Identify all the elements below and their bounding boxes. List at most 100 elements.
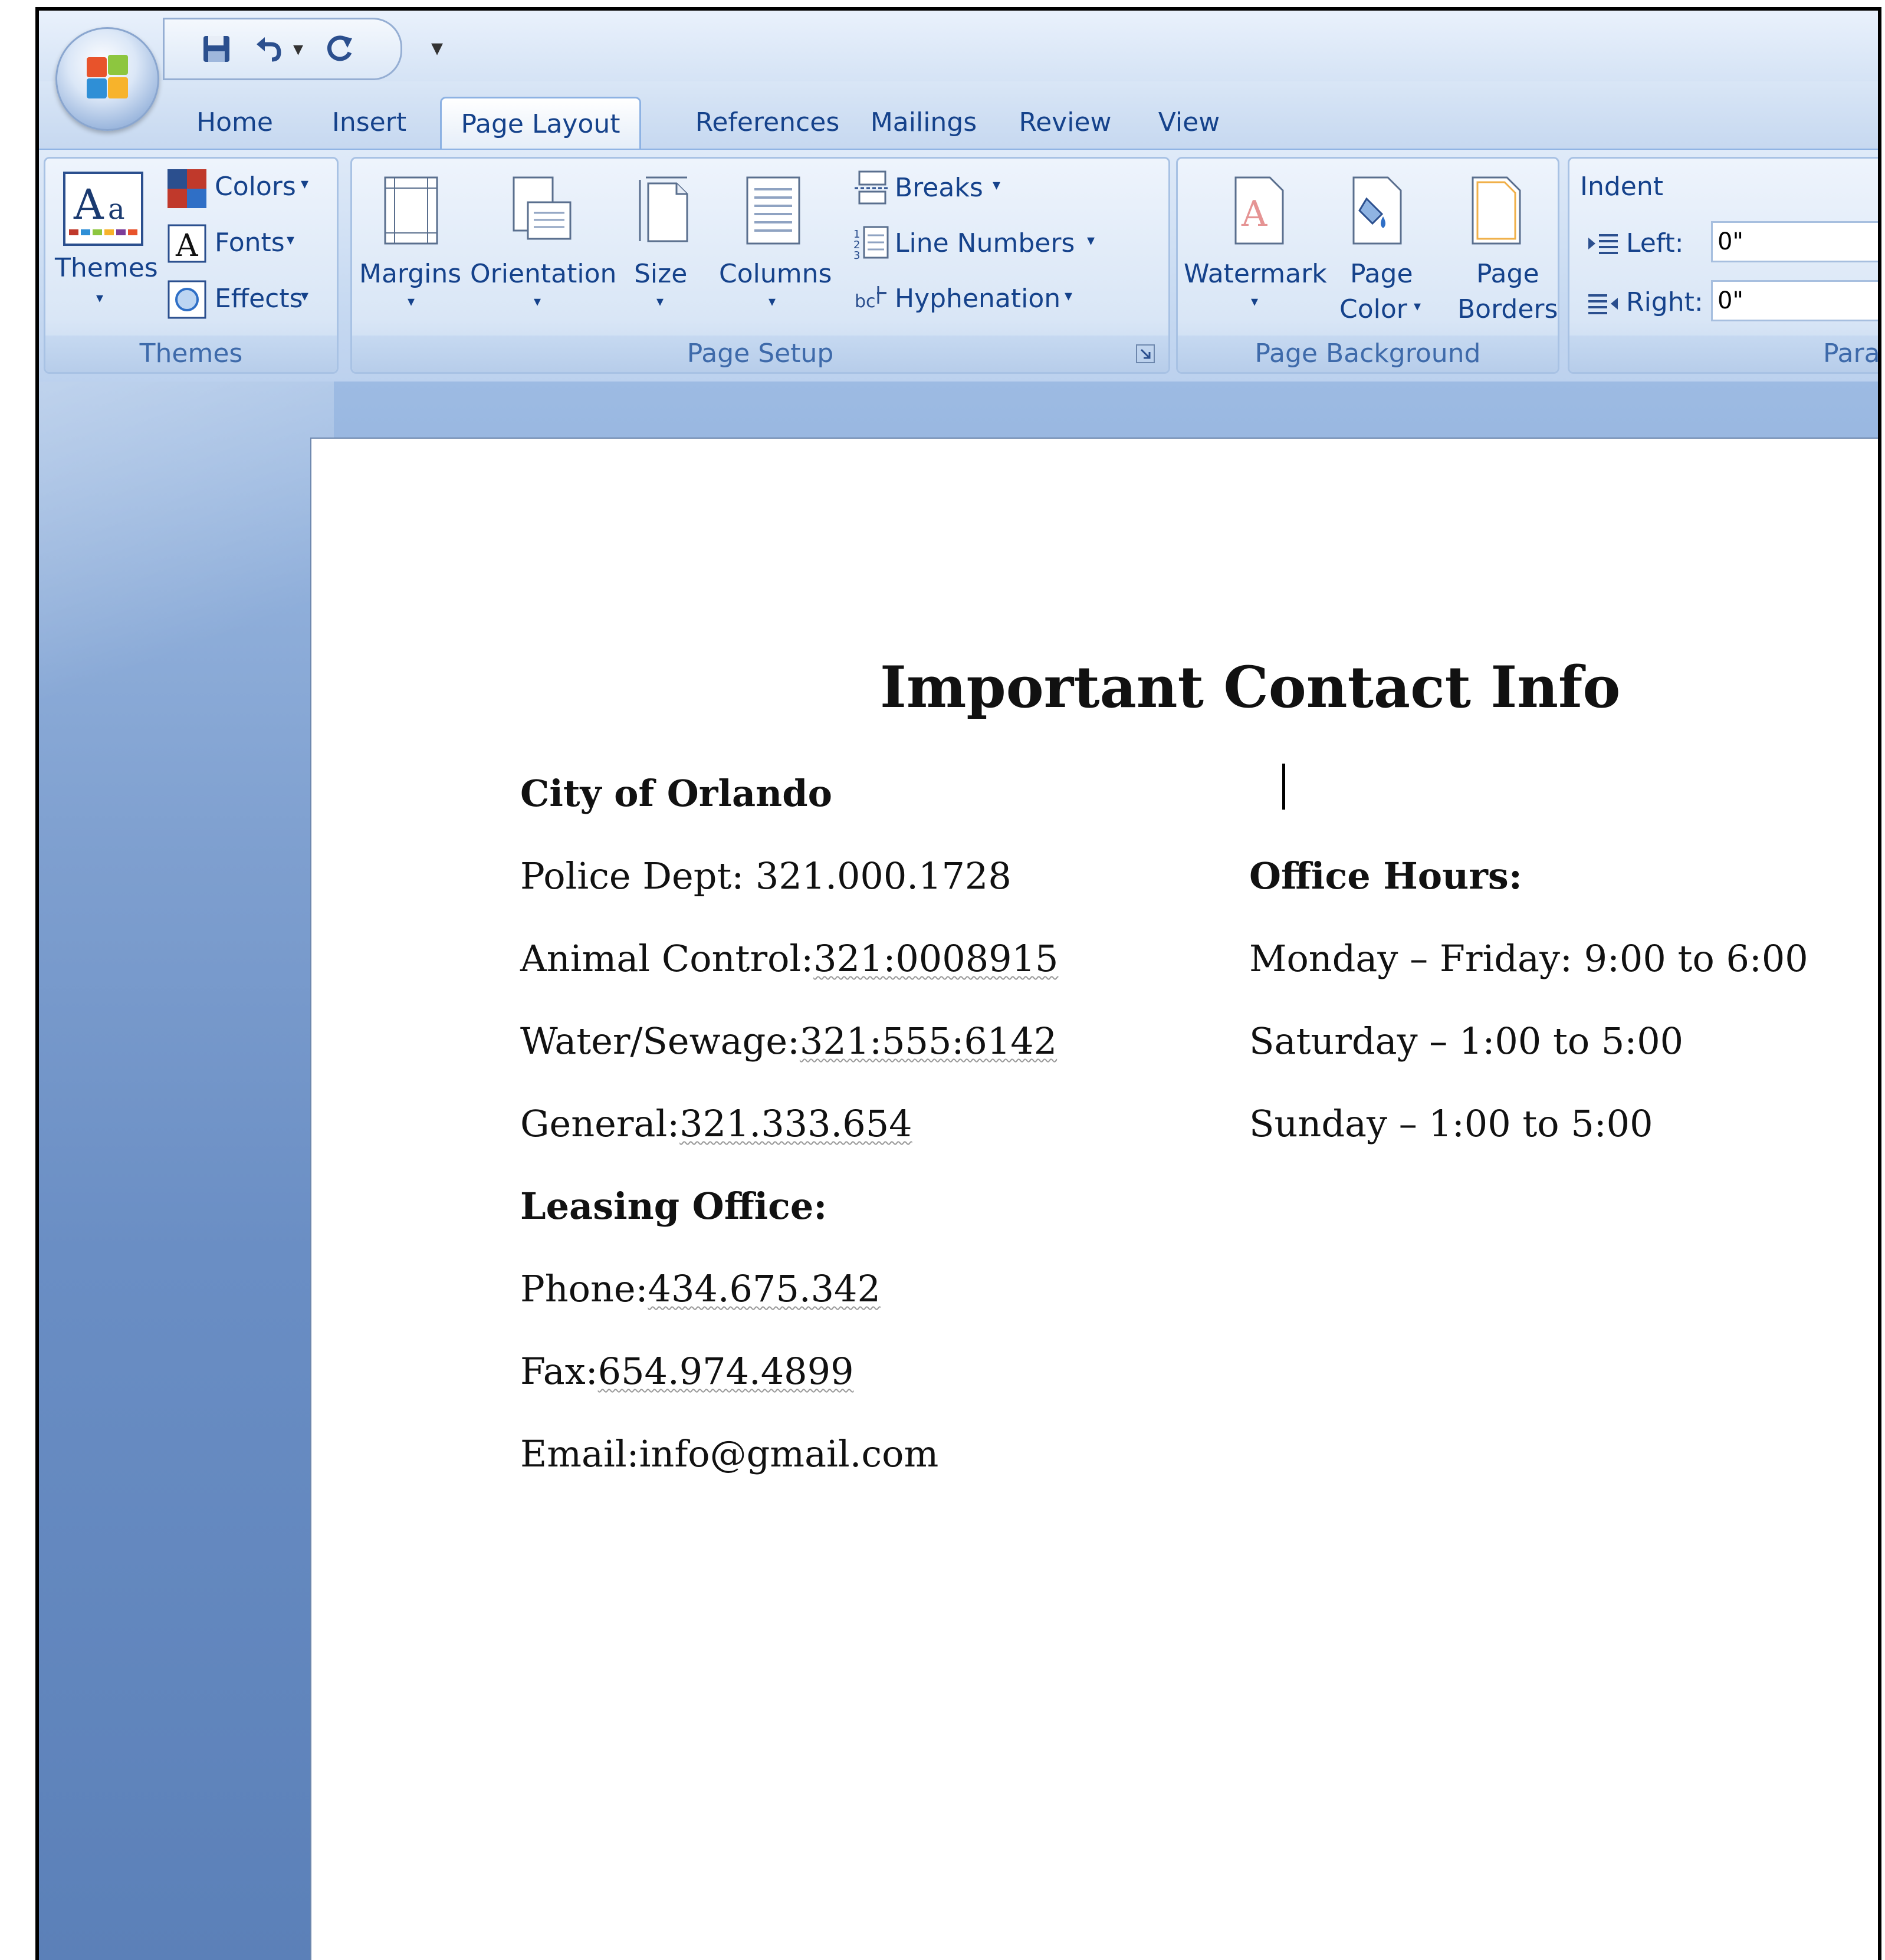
sunday-hours-line: Sunday – 1:00 to 5:00	[1249, 1102, 1653, 1145]
ribbon-tabs: Home Insert Page Layout References Maili…	[39, 81, 1878, 150]
svg-text:A: A	[175, 228, 199, 263]
page-borders-icon	[1472, 176, 1521, 245]
tab-references[interactable]: References	[676, 97, 859, 149]
indent-right-input[interactable]: 0"	[1711, 280, 1878, 321]
indent-right-icon	[1588, 294, 1618, 314]
colors-label: Colors	[215, 172, 296, 202]
orientation-button[interactable]: Orientation ▾	[469, 165, 616, 330]
size-dropdown-icon: ▾	[656, 293, 664, 310]
size-label: Size	[634, 259, 688, 289]
effects-button[interactable]: Effects ▾	[166, 277, 337, 324]
columns-label: Columns	[719, 259, 832, 289]
email-line: Email:info@gmail.com	[520, 1432, 939, 1475]
tab-home[interactable]: Home	[193, 97, 276, 149]
watermark-icon: A	[1234, 176, 1284, 245]
ribbon: A a Themes ▾ Colors ▾ A Fonts ▾ Effects …	[39, 149, 1878, 383]
indent-label: Indent	[1580, 172, 1664, 202]
hyphenation-button[interactable]: bc Hyphenation ▾	[853, 278, 1101, 322]
columns-button[interactable]: Columns ▾	[712, 165, 836, 330]
title-bar: ▾ ▾	[39, 11, 1878, 81]
dialog-launcher-icon[interactable]	[1135, 344, 1155, 364]
fonts-label: Fonts	[215, 228, 285, 258]
breaks-button[interactable]: Breaks ▾	[853, 167, 1107, 211]
water-sewage-line: Water/Sewage:321:555:6142	[520, 1020, 1058, 1063]
document-title: Important Contact Info	[880, 654, 1621, 721]
orientation-icon	[513, 176, 572, 240]
tab-review[interactable]: Review	[1012, 97, 1118, 149]
effects-icon	[168, 280, 206, 319]
columns-icon	[746, 176, 800, 245]
leasing-office-heading: Leasing Office:	[520, 1185, 827, 1228]
indent-left-input[interactable]: 0"	[1711, 221, 1878, 262]
watermark-button[interactable]: A Watermark ▾	[1184, 165, 1327, 330]
line-numbers-button[interactable]: 1 2 3 Line Numbers ▾	[853, 222, 1113, 267]
hyphenation-icon: bc	[855, 286, 886, 312]
word-window: ▾ ▾ Home Insert Page Layout References M…	[35, 7, 1881, 1960]
page-background-group-label: Page Background	[1178, 336, 1558, 372]
breaks-label: Breaks	[895, 173, 983, 203]
office-logo-icon	[87, 55, 128, 98]
tab-insert[interactable]: Insert	[328, 97, 411, 149]
themes-group: A a Themes ▾ Colors ▾ A Fonts ▾ Effects …	[44, 157, 339, 374]
page-color-dropdown-icon: ▾	[1414, 298, 1421, 314]
saturday-hours-line: Saturday – 1:00 to 5:00	[1249, 1020, 1684, 1063]
margins-icon	[384, 176, 438, 245]
effects-dropdown-icon: ▾	[301, 287, 309, 305]
customize-qat-icon[interactable]: ▾	[431, 34, 443, 61]
undo-dropdown-icon[interactable]: ▾	[293, 37, 303, 61]
city-heading: City of Orlando	[520, 772, 832, 815]
svg-text:bc: bc	[855, 291, 876, 312]
themes-group-label: Themes	[45, 336, 337, 372]
document-page[interactable]: Important Contact Info City of Orlando P…	[310, 438, 1878, 1960]
orientation-label: Orientation	[470, 259, 617, 289]
redo-icon[interactable]	[324, 32, 357, 65]
themes-icon: A a	[63, 172, 143, 246]
line-numbers-dropdown-icon: ▾	[1087, 232, 1095, 249]
tab-page-layout[interactable]: Page Layout	[440, 97, 641, 150]
margins-button[interactable]: Margins ▾	[357, 165, 469, 330]
tab-view[interactable]: View	[1148, 97, 1230, 149]
hyphenation-dropdown-icon: ▾	[1065, 287, 1073, 305]
animal-control-line: Animal Control:321:0008915	[520, 937, 1059, 980]
page-color-icon	[1352, 176, 1402, 245]
document-workspace: Important Contact Info City of Orlando P…	[39, 382, 1878, 1960]
page-borders-label-1: Page	[1476, 259, 1539, 289]
fonts-button[interactable]: A Fonts ▾	[166, 221, 337, 268]
police-dept-line: Police Dept: 321.000.1728	[520, 854, 1012, 897]
svg-text:A: A	[73, 180, 104, 229]
page-borders-button[interactable]: Page Borders	[1437, 165, 1558, 330]
indent-left-label: Left:	[1626, 228, 1684, 258]
size-button[interactable]: Size ▾	[618, 165, 706, 330]
breaks-dropdown-icon: ▾	[993, 176, 1001, 194]
margins-dropdown-icon: ▾	[408, 293, 415, 310]
quick-access-toolbar: ▾	[163, 18, 402, 80]
page-setup-group: Margins ▾ Orientation ▾ Size ▾ Columns ▾…	[350, 157, 1170, 374]
page-background-group: A Watermark ▾ Page Color ▾ Page Borders …	[1176, 157, 1559, 374]
page-color-button[interactable]: Page Color ▾	[1326, 165, 1433, 330]
undo-icon[interactable]	[253, 32, 286, 65]
themes-button[interactable]: A a Themes ▾	[45, 159, 158, 336]
watermark-dropdown-icon: ▾	[1251, 293, 1259, 310]
orientation-dropdown-icon: ▾	[534, 293, 541, 310]
watermark-label: Watermark	[1184, 259, 1327, 289]
themes-label: Themes	[55, 253, 158, 283]
general-line: General:321.333.654	[520, 1102, 912, 1145]
breaks-icon	[855, 170, 888, 205]
effects-label: Effects	[215, 284, 303, 314]
office-button[interactable]	[55, 27, 159, 131]
svg-text:3: 3	[853, 249, 860, 260]
page-color-label-1: Page	[1350, 259, 1413, 289]
phone-line: Phone:434.675.342	[520, 1267, 881, 1310]
hyphenation-label: Hyphenation	[895, 284, 1061, 314]
save-icon[interactable]	[200, 32, 233, 65]
page-setup-group-label: Page Setup	[352, 336, 1168, 372]
margins-label: Margins	[359, 259, 462, 289]
tab-mailings[interactable]: Mailings	[859, 97, 989, 149]
fonts-icon: A	[168, 224, 206, 263]
colors-button[interactable]: Colors ▾	[166, 165, 337, 212]
weekday-hours-line: Monday – Friday: 9:00 to 6:00	[1249, 937, 1808, 980]
indent-left-icon	[1588, 234, 1618, 254]
page-color-label-2: Color	[1339, 294, 1407, 324]
themes-dropdown-icon: ▾	[96, 290, 104, 306]
paragraph-group-label: Paragra	[1569, 336, 1878, 372]
